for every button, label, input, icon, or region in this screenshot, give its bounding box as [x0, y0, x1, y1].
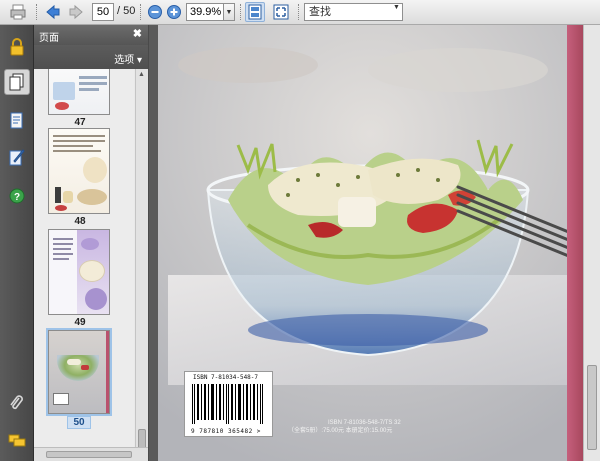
- thumbnail-label: 47: [74, 117, 86, 128]
- fit-page-icon[interactable]: [245, 2, 265, 22]
- thumbnail-page-50[interactable]: 50: [46, 328, 112, 429]
- page-total-label: / 50: [117, 5, 136, 17]
- pdf-reader-window: 50 / 50 39.9% ▼ 查找 ▼ ? 页面 ✖ 选项 ▾ 47 48 4…: [0, 0, 600, 461]
- thumbnail-page-49[interactable]: 49: [48, 229, 112, 328]
- navigation-pane-strip: ?: [0, 25, 34, 461]
- thumbnail-scrollbar[interactable]: ▲ ▼: [135, 69, 148, 461]
- isbn-barcode: ISBN 7-81034-548-7 9 787810 365482 >: [184, 371, 273, 437]
- pages-panel-header: 页面 ✖: [34, 25, 148, 45]
- help-icon[interactable]: ?: [4, 183, 30, 209]
- cip-text: ISBN 7-81036-548-7/TS 32 （全套5册）:75.00元 本…: [288, 419, 401, 435]
- next-page-icon[interactable]: [66, 2, 86, 22]
- attachments-document-icon[interactable]: [4, 108, 30, 134]
- scrollbar-thumb[interactable]: [46, 451, 132, 458]
- zoom-in-icon[interactable]: [164, 2, 184, 22]
- thumbnail-label: 48: [74, 216, 86, 227]
- full-screen-icon[interactable]: [271, 2, 291, 22]
- thumbnail-page-48[interactable]: 48: [48, 128, 112, 227]
- toolbar-separator: [240, 4, 241, 20]
- comments-icon[interactable]: [4, 428, 30, 454]
- close-panel-icon[interactable]: ✖: [133, 27, 142, 40]
- cip-line-2: （全套5册）:75.00元 本册定价:15.00元: [288, 428, 393, 434]
- page-number-input[interactable]: 50: [92, 3, 114, 21]
- signatures-pen-icon[interactable]: [4, 144, 30, 170]
- scrollbar-thumb[interactable]: [587, 365, 597, 450]
- thumbnail-label: 50: [67, 416, 91, 429]
- svg-text:?: ?: [14, 192, 20, 203]
- barcode-icon: [192, 384, 263, 424]
- security-lock-icon[interactable]: [4, 34, 30, 60]
- page-thumbnail-image: [48, 229, 110, 315]
- pages-panel-title: 页面: [39, 33, 59, 44]
- toolbar-separator: [36, 4, 37, 20]
- thumbnail-horizontal-scrollbar[interactable]: [34, 447, 148, 461]
- page-thumbnail-image: [48, 128, 110, 214]
- zoom-dropdown-chevron-icon[interactable]: ▼: [224, 3, 235, 21]
- pages-panel-icon[interactable]: [4, 69, 30, 95]
- toolbar: 50 / 50 39.9% ▼ 查找 ▼: [0, 0, 600, 25]
- previous-page-icon[interactable]: [43, 2, 63, 22]
- panel-options-bar: 选项 ▾: [34, 45, 148, 69]
- document-view[interactable]: ISBN 7-81034-548-7 9 787810 365482 > ISB…: [149, 25, 600, 461]
- document-scrollbar[interactable]: [583, 25, 600, 461]
- page-thumbnail-image: [46, 328, 112, 416]
- isbn-top-text: ISBN 7-81034-548-7: [193, 374, 259, 381]
- isbn-bottom-text: 9 787810 365482 >: [191, 428, 261, 435]
- pages-panel: 页面 ✖ 选项 ▾ 47 48 49 50 ▲: [34, 25, 148, 461]
- thumbnail-page-47[interactable]: 47: [48, 69, 112, 128]
- page-thumbnail-image: [48, 69, 110, 115]
- cover-spine: [567, 25, 583, 461]
- document-page: ISBN 7-81034-548-7 9 787810 365482 > ISB…: [158, 25, 583, 461]
- scroll-up-icon[interactable]: ▲: [138, 71, 145, 78]
- toolbar-separator: [140, 4, 141, 20]
- thumbnail-list[interactable]: 47 48 49 50: [34, 69, 134, 461]
- search-input[interactable]: 查找: [304, 3, 403, 21]
- paperclip-attachment-icon[interactable]: [4, 390, 30, 416]
- toolbar-separator: [298, 4, 299, 20]
- thumbnail-label: 49: [74, 317, 86, 328]
- search-dropdown-chevron-icon[interactable]: ▼: [393, 4, 400, 11]
- zoom-level-input[interactable]: 39.9%: [186, 3, 224, 21]
- options-menu-button[interactable]: 选项 ▾: [114, 51, 142, 66]
- print-icon[interactable]: [8, 2, 28, 22]
- cip-line-1: ISBN 7-81036-548-7/TS 32: [328, 420, 401, 426]
- zoom-out-icon[interactable]: [145, 2, 165, 22]
